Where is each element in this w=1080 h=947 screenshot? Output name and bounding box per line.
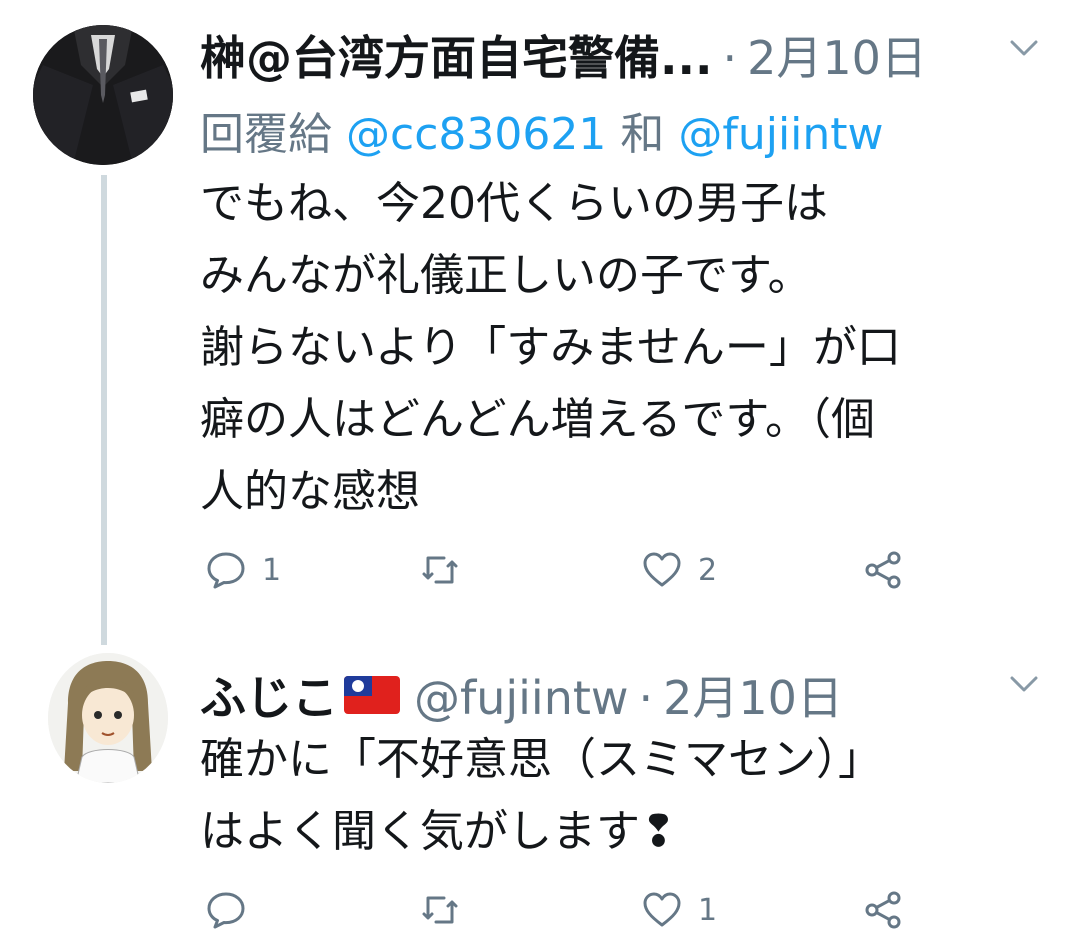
mention-link[interactable]: @fujiintw (678, 109, 883, 160)
tweet-actions: 1 (200, 880, 920, 940)
reply-button[interactable] (204, 880, 248, 940)
author-handle[interactable]: @fujiintw (414, 671, 629, 725)
separator-dot: · (722, 31, 738, 85)
reply-context: 回覆給 @cc830621 和 @fujiintw (200, 98, 884, 162)
avatar[interactable] (33, 25, 173, 165)
thread-connector-line (101, 175, 107, 645)
like-count: 1 (698, 892, 718, 928)
reply-and: 和 (620, 109, 665, 160)
separator-dot: · (638, 671, 654, 725)
like-count: 2 (698, 552, 718, 588)
tweet-text-line: 謝らないより「すみませんー」が口 (200, 322, 901, 373)
chevron-down-icon[interactable] (1006, 30, 1042, 66)
reply-button[interactable]: 1 (204, 540, 281, 600)
retweet-button[interactable] (418, 880, 462, 940)
author-name[interactable]: 榊@台湾方面自宅警備... (200, 22, 712, 88)
reply-count: 1 (262, 552, 282, 588)
share-icon (865, 551, 901, 589)
heart-icon (643, 552, 681, 587)
tweet[interactable]: 榊@台湾方面自宅警備... · 2月10日 回覆給 @cc830621 和 @f… (0, 0, 1080, 645)
tweet-text-line: みんなが礼儀正しいの子です。 (200, 250, 812, 301)
reply-prefix: 回覆給 (200, 109, 332, 160)
heart-icon (643, 892, 681, 927)
tweet-date[interactable]: 2月10日 (663, 662, 843, 728)
tweet-text-line: 癖の人はどんどん増えるです。（個 (200, 394, 875, 445)
tweet[interactable]: ふじこ @fujiintw · 2月10日 確かに「不好意思（スミマセン）」 は… (0, 640, 1080, 947)
avatar[interactable] (48, 653, 168, 783)
mention-link[interactable]: @cc830621 (346, 109, 606, 160)
tweet-header: 榊@台湾方面自宅警備... · 2月10日 (200, 22, 927, 85)
like-button[interactable]: 1 (640, 880, 717, 940)
like-button[interactable]: 2 (640, 540, 717, 600)
retweet-icon (422, 896, 458, 924)
reply-icon (207, 552, 245, 589)
tweet-actions: 1 2 (200, 540, 920, 600)
share-button[interactable] (862, 880, 906, 940)
chevron-down-icon[interactable] (1006, 666, 1042, 702)
share-button[interactable] (862, 540, 906, 600)
tweet-text: 確かに「不好意思（スミマセン）」 はよく聞く気がします❢ (200, 724, 1040, 868)
avatar-image (33, 25, 173, 165)
tweet-text-line: 人的な感想 (200, 466, 420, 517)
avatar-image (48, 653, 168, 783)
retweet-button[interactable] (418, 540, 462, 600)
tweet-text: でもね、今20代くらいの男子は みんなが礼儀正しいの子です。 謝らないより「すみ… (200, 168, 1040, 528)
tweet-date[interactable]: 2月10日 (747, 22, 927, 88)
tweet-text-line: でもね、今20代くらいの男子は (200, 178, 828, 229)
taiwan-flag-icon (344, 676, 400, 714)
retweet-icon (422, 556, 458, 584)
share-icon (865, 891, 901, 929)
tweet-text-line: はよく聞く気がします❢ (200, 806, 677, 857)
author-name[interactable]: ふじこ (200, 662, 338, 728)
tweet-text-line: 確かに「不好意思（スミマセン）」 (200, 734, 882, 785)
reply-icon (207, 892, 245, 929)
tweet-header: ふじこ @fujiintw · 2月10日 (200, 662, 843, 725)
